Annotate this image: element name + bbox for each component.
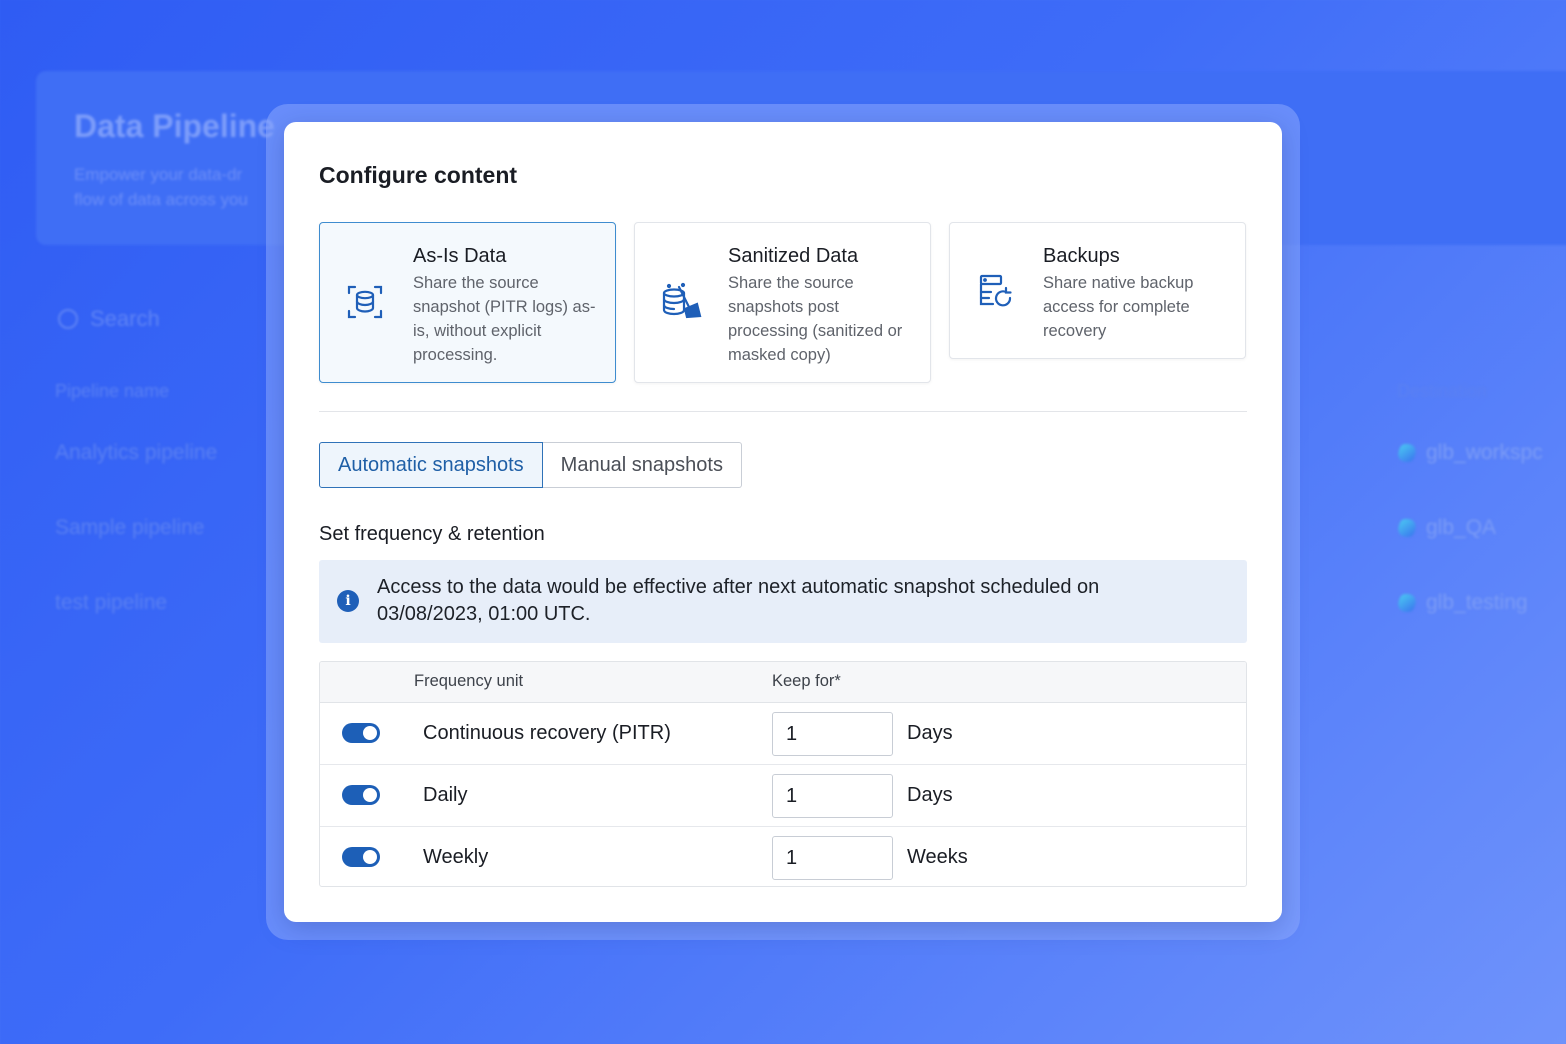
pipeline-row-name[interactable]: test pipeline <box>55 591 167 615</box>
row-unit: Weeks <box>907 846 968 868</box>
destination-logo-icon <box>1394 444 1420 462</box>
row-label: Weekly <box>423 846 489 868</box>
table-row: Daily Days <box>320 765 1246 827</box>
pipeline-row-name[interactable]: Analytics pipeline <box>55 441 217 465</box>
info-icon: i <box>337 590 359 612</box>
modal-title: Configure content <box>319 162 518 188</box>
pitr-toggle[interactable] <box>342 723 380 743</box>
tab-manual-snapshots[interactable]: Manual snapshots <box>542 442 742 488</box>
card-title: As-Is Data <box>413 245 507 267</box>
info-banner: i Access to the data would be effective … <box>319 560 1247 643</box>
background-search[interactable]: Search <box>58 306 160 332</box>
row-unit: Days <box>907 722 953 744</box>
info-text: Access to the data would be effective af… <box>377 576 1100 625</box>
card-title: Backups <box>1043 245 1120 267</box>
table-header: Frequency unit Keep for* <box>320 662 1246 703</box>
database-scan-icon <box>342 279 388 325</box>
backup-restore-icon <box>972 269 1018 315</box>
background-title: Data Pipeline <box>74 108 275 144</box>
card-backups[interactable]: Backups Share native backup access for c… <box>949 222 1246 359</box>
card-as-is-data[interactable]: As-Is Data Share the source snapshot (PI… <box>319 222 616 383</box>
database-broom-icon <box>657 279 703 325</box>
daily-keep-for-input[interactable] <box>772 774 893 818</box>
card-description: Share the source snapshots post processi… <box>728 274 903 364</box>
table-row: Weekly Weeks <box>320 827 1246 886</box>
section-divider <box>319 411 1247 412</box>
background-subtitle: Empower your data-dr flow of data across… <box>74 165 248 209</box>
column-header-pipeline-name: Pipeline name <box>55 381 170 401</box>
column-header-frequency-unit: Frequency unit <box>414 672 524 690</box>
card-sanitized-data[interactable]: Sanitized Data Share the source snapshot… <box>634 222 931 383</box>
destination-cell: glb_workspc <box>1394 441 1543 465</box>
pipeline-row-name[interactable]: Sample pipeline <box>55 516 204 540</box>
pitr-keep-for-input[interactable] <box>772 712 893 756</box>
card-description: Share the source snapshot (PITR logs) as… <box>413 274 596 364</box>
row-label: Daily <box>423 784 468 806</box>
search-placeholder: Search <box>90 306 160 331</box>
card-description: Share native backup access for complete … <box>1043 274 1194 340</box>
tab-automatic-snapshots[interactable]: Automatic snapshots <box>319 442 543 488</box>
search-icon <box>58 309 78 329</box>
column-header-keep-for: Keep for* <box>772 672 841 690</box>
row-unit: Days <box>907 784 953 806</box>
weekly-keep-for-input[interactable] <box>772 836 893 880</box>
card-title: Sanitized Data <box>728 245 859 267</box>
weekly-toggle[interactable] <box>342 847 380 867</box>
destination-logo-icon <box>1394 519 1420 537</box>
configure-content-modal: Configure content As-Is Data Share the s… <box>284 122 1282 922</box>
daily-toggle[interactable] <box>342 785 380 805</box>
destination-cell: glb_testing <box>1394 591 1528 615</box>
destination-logo-icon <box>1394 594 1420 612</box>
column-header-destination: Destination <box>1397 381 1488 401</box>
frequency-table: Frequency unit Keep for* Continuous reco… <box>319 661 1247 887</box>
frequency-section-title: Set frequency & retention <box>319 523 545 545</box>
row-label: Continuous recovery (PITR) <box>423 722 671 744</box>
snapshot-tabs: Automatic snapshots Manual snapshots <box>319 442 742 488</box>
destination-cell: glb_QA <box>1394 516 1496 540</box>
table-row: Continuous recovery (PITR) Days <box>320 703 1246 765</box>
